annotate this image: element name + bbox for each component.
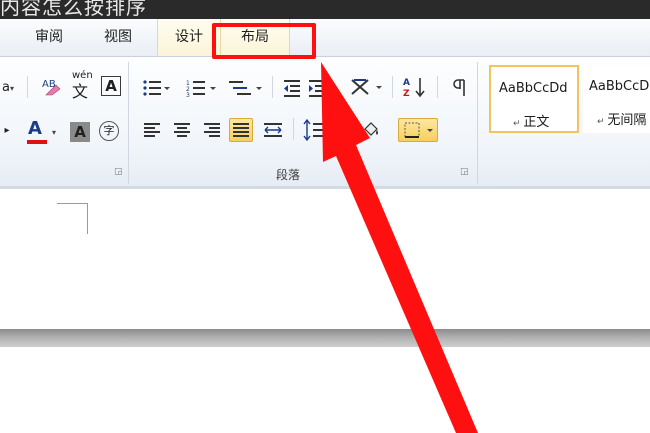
- style-no-spacing[interactable]: AaBbCcD ↵ 无间隔: [583, 65, 650, 133]
- group-separator: [128, 62, 129, 184]
- multilevel-list-icon: [229, 81, 262, 95]
- justify-button[interactable]: [229, 118, 253, 142]
- font-dialog-launcher-icon[interactable]: ◲: [114, 167, 123, 177]
- align-right-button[interactable]: [202, 120, 222, 140]
- clear-formatting-icon: AB: [42, 79, 61, 96]
- paragraph-mark-icon: ↵: [513, 119, 524, 129]
- document-page[interactable]: [0, 189, 650, 329]
- align-left-button[interactable]: [142, 120, 162, 140]
- annotation-highlight-box: [212, 23, 316, 59]
- sort-az-icon: A Z: [403, 78, 425, 99]
- style-normal[interactable]: AaBbCcDd ↵ 正文: [489, 65, 579, 133]
- paragraph-mark-icon: ↵: [597, 117, 608, 127]
- bullets-button[interactable]: [142, 77, 170, 99]
- decrease-indent-button[interactable]: [282, 77, 302, 99]
- enclosed-character-icon[interactable]: 字: [99, 121, 119, 141]
- separator: [272, 76, 273, 98]
- increase-indent-icon: [309, 80, 325, 97]
- ribbon-tab-strip: 审阅 视图 设计 布局: [0, 19, 650, 57]
- increase-indent-button[interactable]: [307, 77, 327, 99]
- align-center-button[interactable]: [172, 120, 192, 140]
- numbered-list-icon: 1 2 3: [186, 80, 216, 99]
- font-color-swatch: [27, 140, 47, 144]
- style-name-label: ↵ 正文: [513, 115, 550, 130]
- group-separator: [477, 62, 478, 184]
- paragraph-group-label: 段落: [276, 168, 301, 182]
- chevron-down-icon: ▾: [9, 84, 14, 93]
- chinese-layout-button[interactable]: [350, 76, 384, 98]
- distributed-icon: [264, 123, 282, 137]
- window-title: 内容怎么按排序: [0, 0, 147, 19]
- svg-text:Z: Z: [403, 89, 410, 99]
- phonetic-guide-button[interactable]: wén 文: [68, 70, 94, 101]
- shading-button[interactable]: [362, 120, 380, 140]
- sort-button[interactable]: A Z: [402, 75, 428, 99]
- font-size-fragment: a: [2, 80, 10, 95]
- svg-text:3: 3: [186, 92, 190, 99]
- align-center-icon: [174, 123, 190, 137]
- line-spacing-button[interactable]: [303, 118, 325, 142]
- svg-text:A: A: [403, 78, 410, 88]
- title-bar: 内容怎么按排序: [0, 0, 650, 19]
- numbering-button[interactable]: 1 2 3: [186, 77, 216, 99]
- borders-icon: [404, 122, 433, 138]
- decrease-indent-icon: [284, 80, 300, 97]
- style-sample-text: AaBbCcDd: [499, 81, 568, 96]
- align-right-icon: [204, 123, 220, 137]
- borders-button[interactable]: [398, 118, 438, 142]
- font-size-dropdown[interactable]: a▾: [0, 77, 16, 100]
- paragraph-mark-icon: [453, 79, 465, 96]
- tab-review[interactable]: 审阅: [22, 19, 76, 56]
- align-left-icon: [144, 123, 160, 137]
- multilevel-list-button[interactable]: [229, 77, 263, 99]
- character-shading-icon[interactable]: A: [70, 122, 90, 142]
- clear-formatting-button[interactable]: AB: [40, 75, 62, 97]
- bullet-list-icon: [143, 80, 170, 96]
- page-margin-marker: [57, 203, 87, 204]
- separator: [392, 76, 393, 98]
- chinese-layout-icon: [351, 79, 382, 95]
- separator: [293, 118, 294, 140]
- tab-view[interactable]: 视图: [90, 19, 146, 56]
- paint-bucket-icon: [364, 122, 378, 136]
- font-color-button[interactable]: A: [26, 118, 50, 144]
- show-hide-marks-button[interactable]: [450, 77, 470, 99]
- paragraph-dialog-launcher-icon[interactable]: ◲: [460, 167, 469, 177]
- document-page-next[interactable]: [0, 347, 650, 433]
- character-border-icon[interactable]: A: [101, 76, 121, 96]
- separator: [27, 76, 28, 98]
- font-color-icon: A: [28, 118, 42, 139]
- chevron-down-icon[interactable]: ▾: [52, 128, 56, 137]
- page-margin-marker: [87, 203, 88, 234]
- justify-icon: [233, 123, 249, 137]
- separator: [437, 76, 438, 98]
- line-spacing-icon: [303, 118, 323, 142]
- style-sample-text: AaBbCcD: [589, 79, 650, 94]
- distributed-button[interactable]: [262, 120, 284, 140]
- previous-item-arrow-icon[interactable]: ▸: [0, 120, 14, 142]
- phonetic-guide-icon: 文: [72, 82, 89, 101]
- style-name-label: ↵ 无间隔: [597, 113, 647, 128]
- page-gap: [0, 329, 650, 347]
